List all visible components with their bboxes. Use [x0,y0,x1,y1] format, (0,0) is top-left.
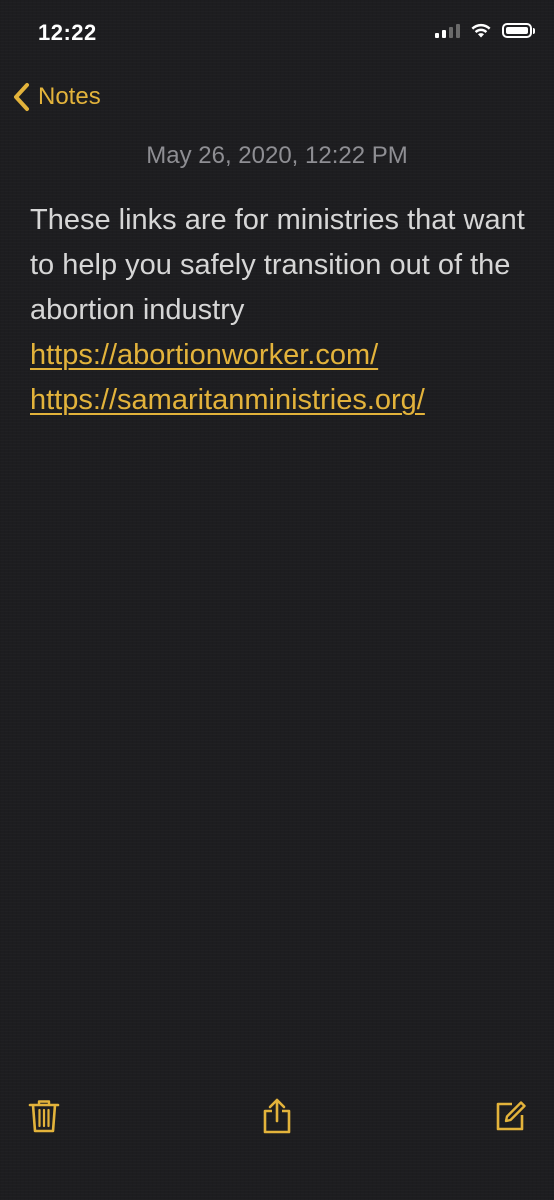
battery-icon [502,22,535,38]
note-link-samaritanministries[interactable]: https://samaritanministries.org/ [30,378,530,423]
note-link-abortionworker[interactable]: https://abortionworker.com/ [30,333,530,378]
compose-button[interactable] [490,1096,530,1136]
compose-icon [496,1101,526,1131]
cellular-signal-icon [435,22,460,38]
note-body[interactable]: These links are for ministries that want… [30,198,530,423]
status-time: 12:22 [38,20,97,45]
note-date: May 26, 2020, 12:22 PM [146,142,408,169]
back-label: Notes [38,83,101,110]
delete-button[interactable] [24,1096,64,1136]
back-button[interactable]: Notes [12,82,101,112]
wifi-icon [471,23,491,38]
share-icon [263,1098,291,1134]
chevron-left-icon [14,83,29,111]
note-text: These links are for ministries that want… [30,204,525,326]
share-button[interactable] [257,1096,297,1136]
trash-icon [28,1100,60,1133]
note-background [0,0,554,1200]
status-indicators [435,22,535,38]
